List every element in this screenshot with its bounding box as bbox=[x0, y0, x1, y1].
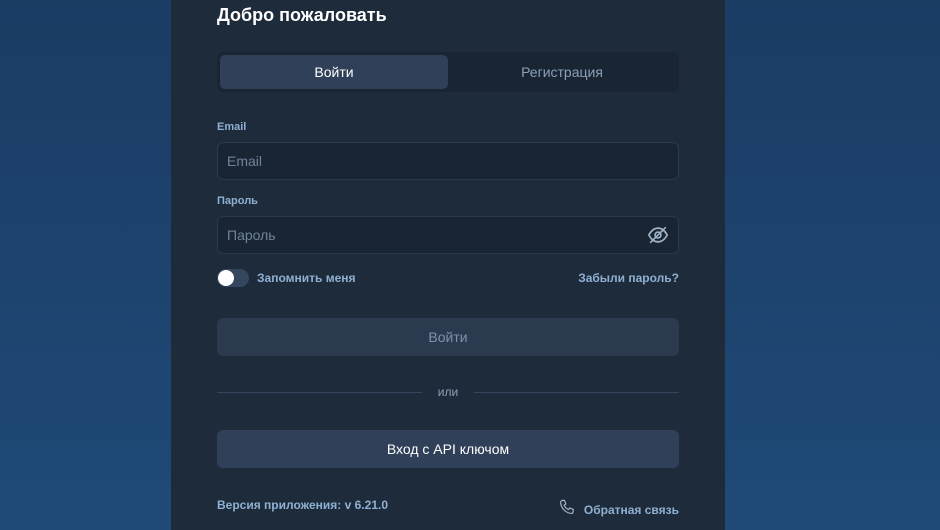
tab-register[interactable]: Регистрация bbox=[448, 55, 676, 89]
login-panel: Добро пожаловать Войти Регистрация Email… bbox=[171, 0, 725, 530]
feedback-link[interactable]: Обратная связь bbox=[558, 498, 679, 521]
forgot-password-link[interactable]: Забыли пароль? bbox=[578, 271, 679, 285]
api-key-login-button[interactable]: Вход с API ключом bbox=[217, 430, 679, 468]
auth-tabs: Войти Регистрация bbox=[217, 52, 679, 92]
or-divider: или bbox=[217, 384, 679, 400]
page-title: Добро пожаловать bbox=[217, 5, 387, 25]
email-label: Email bbox=[217, 121, 247, 133]
feedback-label: Обратная связь bbox=[583, 502, 679, 517]
eye-off-icon[interactable] bbox=[647, 224, 669, 246]
login-button[interactable]: Войти bbox=[217, 318, 679, 356]
password-label: Пароль bbox=[217, 195, 258, 207]
toggle-knob bbox=[218, 270, 234, 286]
password-field[interactable] bbox=[217, 216, 679, 254]
email-field[interactable] bbox=[217, 142, 679, 180]
tab-login[interactable]: Войти bbox=[220, 55, 448, 89]
app-version: Версия приложения: v 6.21.0 bbox=[217, 498, 388, 512]
phone-icon bbox=[558, 498, 576, 521]
remember-toggle[interactable] bbox=[217, 269, 249, 287]
divider-line-right bbox=[474, 392, 679, 393]
remember-label: Запомнить меня bbox=[257, 271, 356, 285]
